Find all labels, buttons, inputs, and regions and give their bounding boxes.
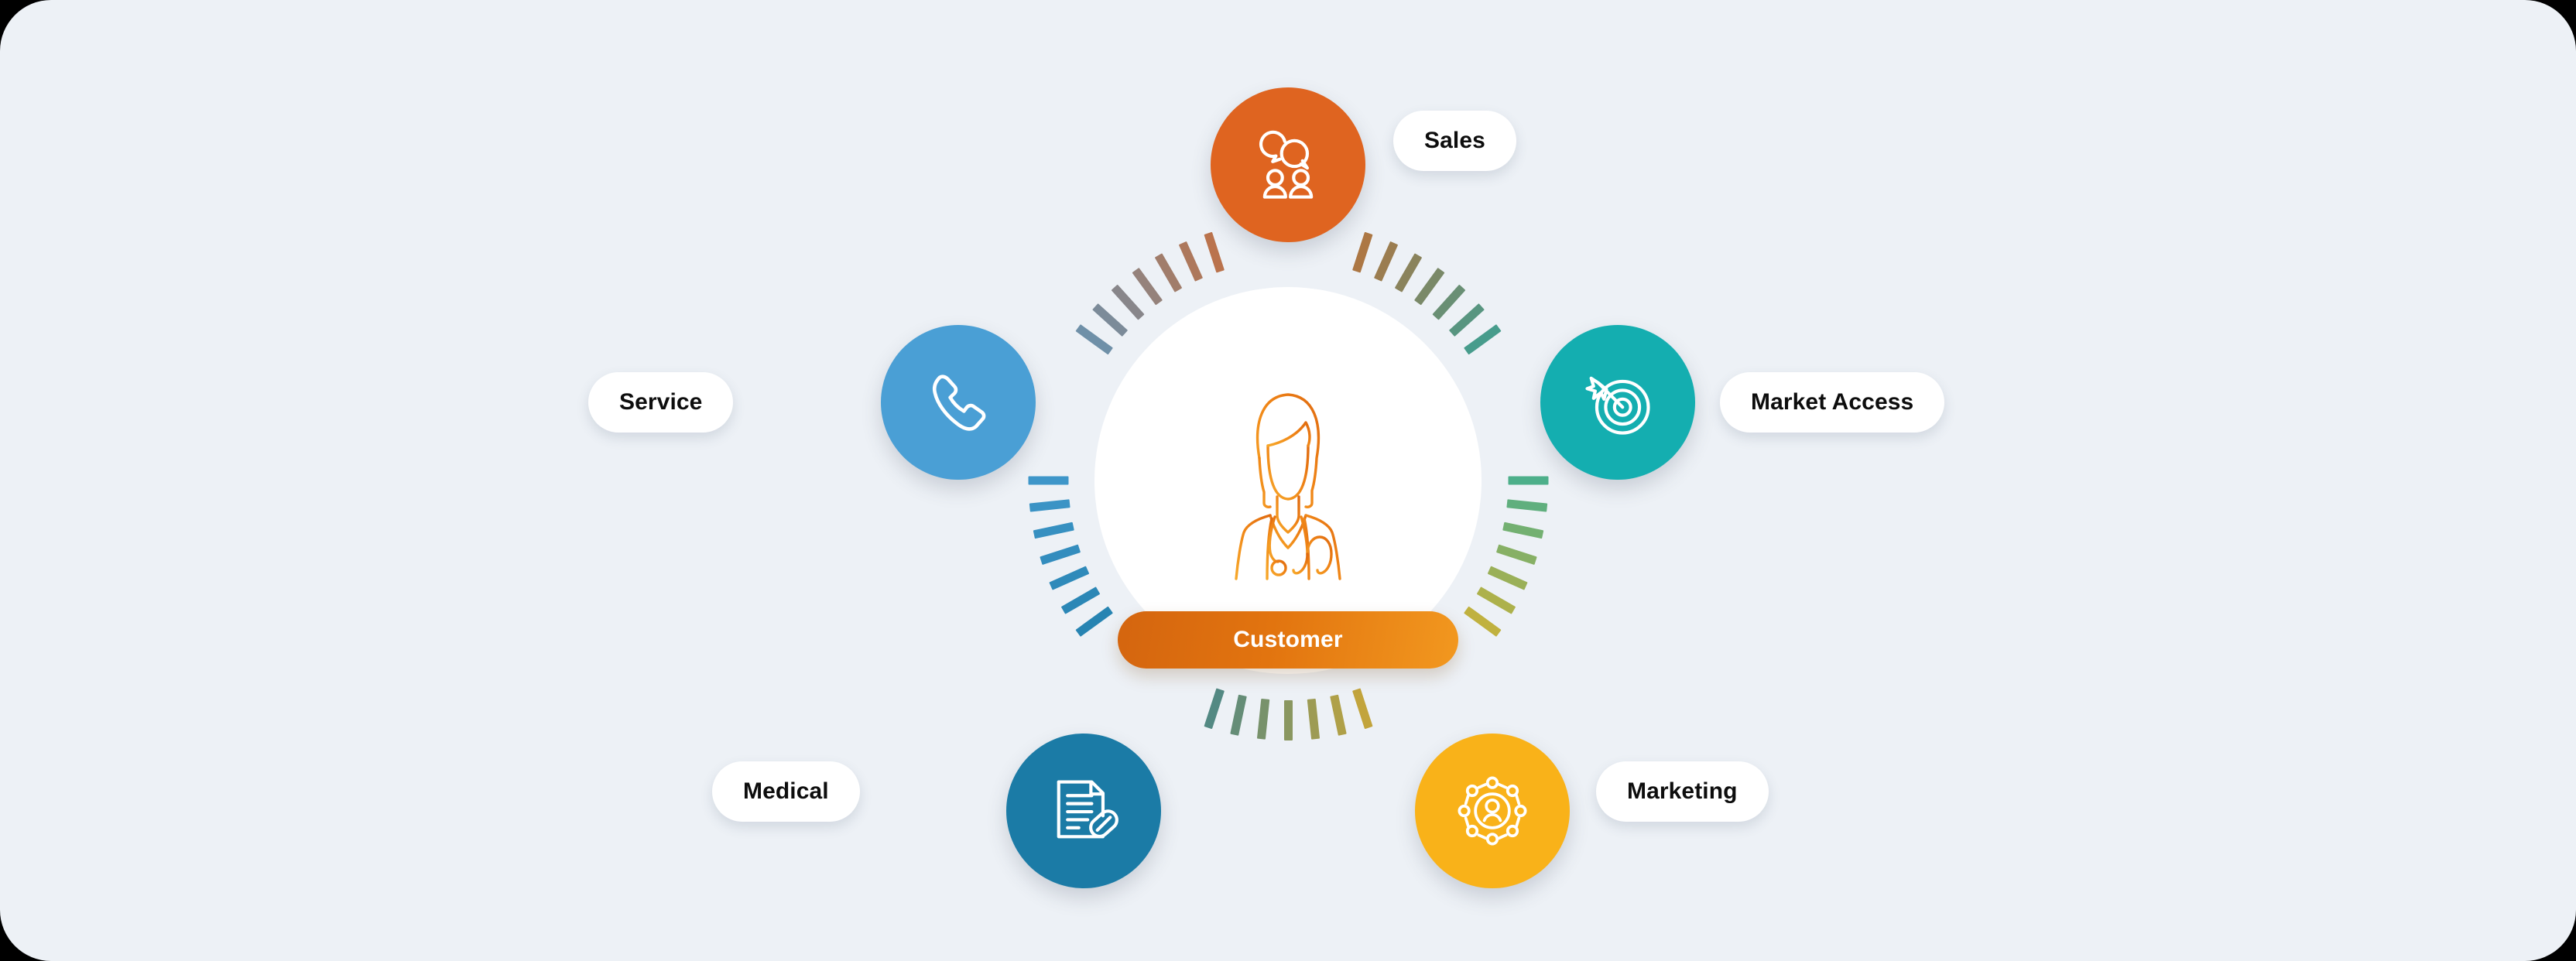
ring-tick [1074,324,1113,355]
target-arrow-icon [1577,362,1658,443]
audience-network-icon [1452,771,1533,851]
ring-tick [1373,241,1398,282]
ring-tick [1060,587,1100,614]
node-label-market-access[interactable]: Market Access [1720,372,1945,433]
node-label-medical[interactable]: Medical [712,761,860,822]
ring-tick [1283,700,1293,740]
node-label-marketing-text: Marketing [1627,778,1738,804]
healthcare-professional-illustration [1176,356,1400,580]
ring-tick [1329,694,1347,736]
ring-tick [1074,606,1113,637]
ring-tick [1178,241,1203,282]
node-circle-service[interactable] [881,325,1036,480]
node-circle-sales[interactable] [1211,87,1365,242]
ring-tick [1154,253,1182,292]
people-conversation-icon [1248,125,1328,205]
ring-tick [1495,544,1537,566]
node-label-marketing[interactable]: Marketing [1596,761,1769,822]
ring-tick [1431,284,1465,320]
ring-tick [1307,698,1320,740]
ring-tick [1487,566,1528,590]
node-label-sales-text: Sales [1424,128,1485,153]
customer-pill-label: Customer [1233,627,1343,652]
ring-tick [1028,476,1068,485]
ring-tick [1091,303,1128,337]
phone-handset-icon [918,362,999,443]
ring-tick [1039,544,1081,566]
ring-tick [1476,587,1516,614]
ring-tick [1203,231,1225,273]
ring-tick [1448,303,1485,337]
ring-tick [1203,688,1225,730]
ring-tick [1463,606,1502,637]
customer-pill[interactable]: Customer [1118,611,1458,669]
node-circle-market-access[interactable] [1540,325,1695,480]
ring-tick [1351,688,1373,730]
node-label-medical-text: Medical [743,778,829,804]
node-label-sales[interactable]: Sales [1393,111,1516,171]
ring-tick [1029,499,1070,512]
infographic-canvas: Customer Sales Market Access Marketing M… [0,0,2576,961]
node-label-market-access-text: Market Access [1751,389,1914,415]
ring-tick [1229,694,1247,736]
ring-tick [1502,522,1543,539]
node-circle-marketing[interactable] [1415,734,1570,888]
ring-tick [1048,566,1089,590]
ring-tick [1508,476,1548,485]
ring-tick [1256,698,1269,740]
ring-tick [1132,267,1163,306]
ring-tick [1413,267,1444,306]
ring-tick [1111,284,1145,320]
node-label-service-text: Service [619,389,703,415]
ring-tick [1463,324,1502,355]
node-circle-medical[interactable] [1006,734,1161,888]
ring-tick [1033,522,1074,539]
ring-tick [1351,231,1373,273]
ring-tick [1394,253,1422,292]
prescription-document-pill-icon [1043,771,1124,851]
node-label-service[interactable]: Service [588,372,734,433]
ring-tick [1506,499,1547,512]
